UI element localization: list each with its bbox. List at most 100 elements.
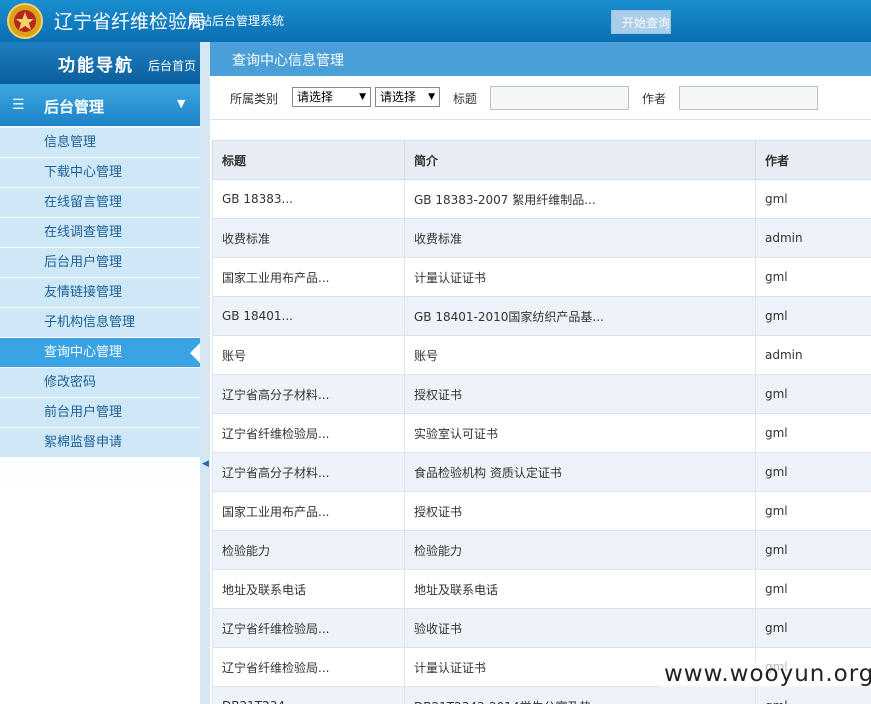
column-header-summary[interactable]: 简介 [404,140,756,180]
cell-summary: 授权证书 [404,491,756,531]
column-header-author[interactable]: 作者 [755,140,871,180]
cell-summary: 食品检验机构 资质认定证书 [404,452,756,492]
panel-title-bar: 查询中心信息管理 [210,42,871,76]
cell-title[interactable]: 检验能力 [212,530,405,570]
cell-title[interactable]: 辽宁省纤维检验局... [212,413,405,453]
cell-author: gml [755,686,871,704]
sidebar-item-change-password[interactable]: 修改密码 [0,368,200,398]
cell-title[interactable]: 辽宁省纤维检验局... [212,647,405,687]
table-row[interactable]: 账号 账号 admin [212,335,871,375]
cell-author: gml [755,296,871,336]
dropdown-caret-icon: ▼ [359,92,366,102]
cell-title[interactable]: 国家工业用布产品... [212,257,405,297]
cell-title[interactable]: 辽宁省高分子材料... [212,452,405,492]
cell-summary: 账号 [404,335,756,375]
cell-author: gml [755,530,871,570]
panel-title: 查询中心信息管理 [232,53,344,69]
list-icon: ☰ [12,97,25,113]
table-row[interactable]: 检验能力 检验能力 gml [212,530,871,570]
home-link[interactable]: 后台首页 [148,57,196,74]
dropdown-caret-icon: ▼ [428,92,435,102]
cell-summary: 授权证书 [404,374,756,414]
category-label: 所属类别 [230,92,279,106]
cell-summary: GB 18401-2010国家纺织产品基... [404,296,756,336]
cell-summary: 验收证书 [404,608,756,648]
results-table: 标题 简介 作者 GB 18383... GB 18383-2007 絮用纤维制品… [212,140,871,704]
cell-title[interactable]: DB21T234... [212,686,405,704]
table-row[interactable]: 辽宁省高分子材料... 食品检验机构 资质认定证书 gml [212,452,871,492]
search-bar: 所属类别 请选择 ▼ 请选择 ▼ 标题 作者 [210,76,871,120]
cell-title[interactable]: 国家工业用布产品... [212,491,405,531]
cell-summary: 计量认证证书 [404,257,756,297]
nav-title: 功能导航 [58,56,134,76]
cell-author: gml [755,491,871,531]
sidebar-item-query-center[interactable]: 查询中心管理 [0,338,200,368]
cell-title[interactable]: 辽宁省纤维检验局... [212,608,405,648]
table-row[interactable]: 收费标准 收费标准 admin [212,218,871,258]
cell-author: gml [755,179,871,219]
table-row[interactable]: 辽宁省纤维检验局... 验收证书 gml [212,608,871,648]
table-row[interactable]: 国家工业用布产品... 授权证书 gml [212,491,871,531]
collapse-arrow-icon[interactable]: ◀ [202,459,209,469]
sidebar-menu: 信息管理 下载中心管理 在线留言管理 在线调查管理 后台用户管理 友情链接管理 … [0,128,200,458]
title-label: 标题 [453,92,478,106]
menu-group-header[interactable]: ☰ 后台管理 ▼ [0,84,200,126]
cell-title[interactable]: GB 18383... [212,179,405,219]
cell-summary: DB21T2343-2014学生公寓及热... [404,686,756,704]
menu-group-label: 后台管理 [44,98,105,116]
title-input[interactable] [490,86,629,110]
search-button[interactable]: 开始查询 [611,10,671,34]
author-input[interactable] [679,86,818,110]
category-select-2[interactable]: 请选择 ▼ [375,87,440,107]
sidebar-item-sub-org[interactable]: 子机构信息管理 [0,308,200,338]
author-label: 作者 [642,92,667,106]
chevron-down-icon: ▼ [177,97,186,110]
table-header-row: 标题 简介 作者 [212,140,871,180]
table-row[interactable]: 地址及联系电话 地址及联系电话 gml [212,569,871,609]
sidebar: 功能导航 后台首页 ☰ 后台管理 ▼ 信息管理 下载中心管理 在线留言管理 在线… [0,42,200,704]
cell-author: gml [755,569,871,609]
cell-summary: 地址及联系电话 [404,569,756,609]
cell-author: gml [755,452,871,492]
cell-author: gml [755,374,871,414]
cell-author: admin [755,335,871,375]
sidebar-collapse-bar[interactable] [200,42,210,704]
cell-title[interactable]: 账号 [212,335,405,375]
cell-title[interactable]: 辽宁省高分子材料... [212,374,405,414]
cell-author: admin [755,218,871,258]
site-title: 辽宁省纤维检验局 [54,11,207,33]
cell-summary: 检验能力 [404,530,756,570]
sidebar-item-info[interactable]: 信息管理 [0,128,200,158]
table-row[interactable]: 国家工业用布产品... 计量认证证书 gml [212,257,871,297]
site-subtitle: 网站后台管理系统 [188,14,285,28]
sidebar-item-survey[interactable]: 在线调查管理 [0,218,200,248]
watermark: www.wooyun.org [660,661,871,687]
category-select-1-value: 请选择 [297,90,334,104]
cell-title[interactable]: GB 18401... [212,296,405,336]
table-row[interactable]: GB 18401... GB 18401-2010国家纺织产品基... gml [212,296,871,336]
sidebar-item-front-users[interactable]: 前台用户管理 [0,398,200,428]
cell-author: gml [755,608,871,648]
sidebar-item-links[interactable]: 友情链接管理 [0,278,200,308]
emblem-icon [7,3,43,39]
cell-summary: 实验室认可证书 [404,413,756,453]
cell-author: gml [755,257,871,297]
sidebar-item-messages[interactable]: 在线留言管理 [0,188,200,218]
sidebar-item-supervision[interactable]: 絮棉监督申请 [0,428,200,458]
table-row[interactable]: 辽宁省纤维检验局... 实验室认可证书 gml [212,413,871,453]
sidebar-item-admin-users[interactable]: 后台用户管理 [0,248,200,278]
category-select-1[interactable]: 请选择 ▼ [292,87,371,107]
table-row[interactable]: 辽宁省高分子材料... 授权证书 gml [212,374,871,414]
nav-header: 功能导航 后台首页 [0,42,200,84]
cell-title[interactable]: 地址及联系电话 [212,569,405,609]
cell-summary: GB 18383-2007 絮用纤维制品... [404,179,756,219]
sidebar-item-download[interactable]: 下载中心管理 [0,158,200,188]
cell-title[interactable]: 收费标准 [212,218,405,258]
cell-author: gml [755,413,871,453]
category-select-2-value: 请选择 [380,90,417,104]
cell-summary: 收费标准 [404,218,756,258]
table-row[interactable]: DB21T234...DB21T2343-2014学生公寓及热...gml [212,686,871,704]
top-header: 辽宁省纤维检验局 网站后台管理系统 [0,0,871,42]
column-header-title[interactable]: 标题 [212,140,405,180]
table-row[interactable]: GB 18383... GB 18383-2007 絮用纤维制品... gml [212,179,871,219]
